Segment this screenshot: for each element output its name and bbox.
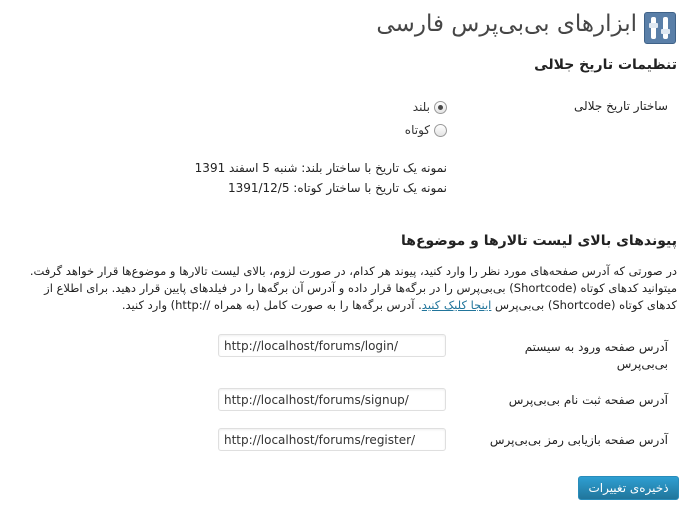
login-url-input[interactable] xyxy=(218,334,446,357)
page-title: ابزارهای بی‌بی‌پرس فارسی xyxy=(376,11,637,37)
jalali-section-title: تنظیمات تاریخ جلالی xyxy=(534,57,677,73)
register-url-input[interactable] xyxy=(218,428,446,451)
register-url-label: آدرس صفحه بازیابی رمز بی‌بی‌پرس xyxy=(489,433,668,447)
sample-long-date: نمونه یک تاریخ با ساختار بلند: شنبه 5 اس… xyxy=(194,161,447,175)
radio-short-label: کوتاه xyxy=(404,123,430,137)
desc-text-2: . آدرس برگه‌ها را به صورت کامل (به همراه… xyxy=(121,298,422,312)
radio-short-button[interactable] xyxy=(434,123,447,137)
links-description: در صورتی که آدرس صفحه‌های مورد نظر را وا… xyxy=(18,263,677,314)
shortcode-help-link[interactable]: اینجا کلیک کنید xyxy=(422,298,492,312)
signup-url-input[interactable] xyxy=(218,388,446,411)
radio-option-long[interactable]: بلند xyxy=(413,100,447,114)
signup-url-label: آدرس صفحه ثبت نام بی‌بی‌پرس xyxy=(508,393,668,407)
sample-short-date: نمونه یک تاریخ با ساختار کوتاه: 1391/12/… xyxy=(227,181,447,195)
radio-long-button[interactable] xyxy=(434,100,447,114)
tools-icon xyxy=(644,12,676,44)
save-changes-button[interactable]: ذخیره‌ی تغییرات xyxy=(578,476,679,500)
login-url-label: آدرس صفحه ورود به سیستم بی‌بی‌پرس xyxy=(524,340,668,371)
radio-long-label: بلند xyxy=(412,100,430,114)
date-format-label: ساختار تاریخ جلالی xyxy=(574,99,668,113)
links-section-title: پیوندهای بالای لیست تالارها و موضوع‌ها xyxy=(400,233,677,249)
radio-option-short[interactable]: کوتاه xyxy=(405,123,447,137)
